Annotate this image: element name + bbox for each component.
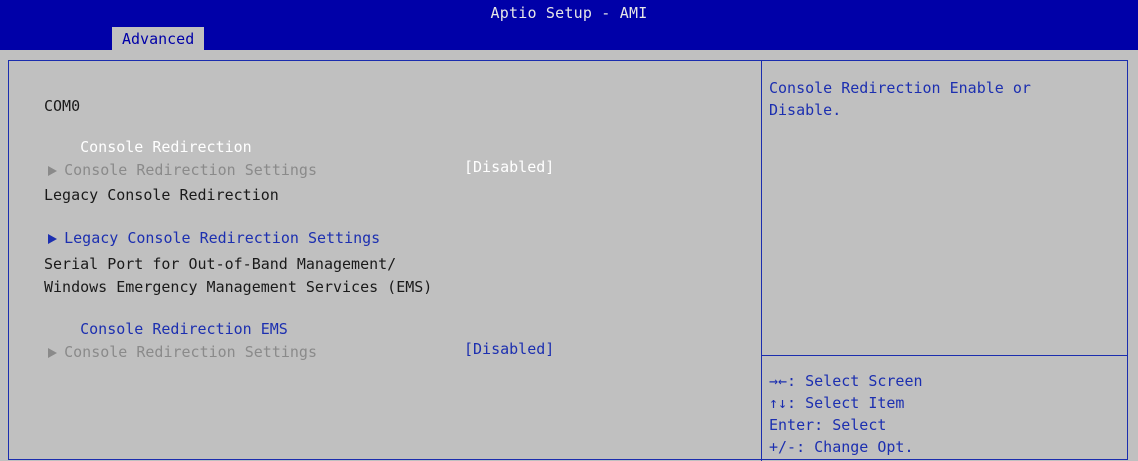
help-text-line1: Console Redirection Enable or xyxy=(769,79,1031,97)
submenu-arrow-icon xyxy=(48,348,58,358)
console-redirection-settings-label: Console Redirection Settings xyxy=(64,161,317,179)
console-redirection-settings-label-2: Console Redirection Settings xyxy=(64,343,317,361)
console-redirection-settings-item-2[interactable]: Console Redirection Settings xyxy=(12,322,317,382)
key-hint-enter: Enter: Select xyxy=(769,416,887,434)
panel-divider-horizontal xyxy=(762,355,1128,356)
submenu-arrow-icon xyxy=(48,234,58,244)
console-redirection-value[interactable]: [Disabled] xyxy=(464,157,554,177)
key-hint-change-opt: +/-: Change Opt. xyxy=(769,438,914,456)
legacy-console-redirection-heading: Legacy Console Redirection xyxy=(44,186,279,204)
serial-port-heading-line1: Serial Port for Out-of-Band Management/ xyxy=(44,255,397,273)
title-bar: Aptio Setup - AMI Advanced xyxy=(0,0,1138,50)
key-hint-select-item: ↑↓: Select Item xyxy=(769,394,905,412)
key-hint-select-screen: →←: Select Screen xyxy=(769,372,923,390)
console-redirection-ems-value[interactable]: [Disabled] xyxy=(464,339,554,359)
submenu-arrow-icon xyxy=(48,166,58,176)
help-text-line2: Disable. xyxy=(769,101,842,119)
tab-advanced[interactable]: Advanced xyxy=(112,27,205,50)
com0-label: COM0 xyxy=(44,97,81,115)
main-panel: COM0 Console Redirection [Disabled] Cons… xyxy=(8,60,1128,461)
app-title: Aptio Setup - AMI xyxy=(490,4,648,22)
serial-port-heading-line2: Windows Emergency Management Services (E… xyxy=(44,278,433,296)
panel-divider-vertical xyxy=(761,61,762,461)
legacy-console-redirection-settings-label: Legacy Console Redirection Settings xyxy=(64,229,381,247)
